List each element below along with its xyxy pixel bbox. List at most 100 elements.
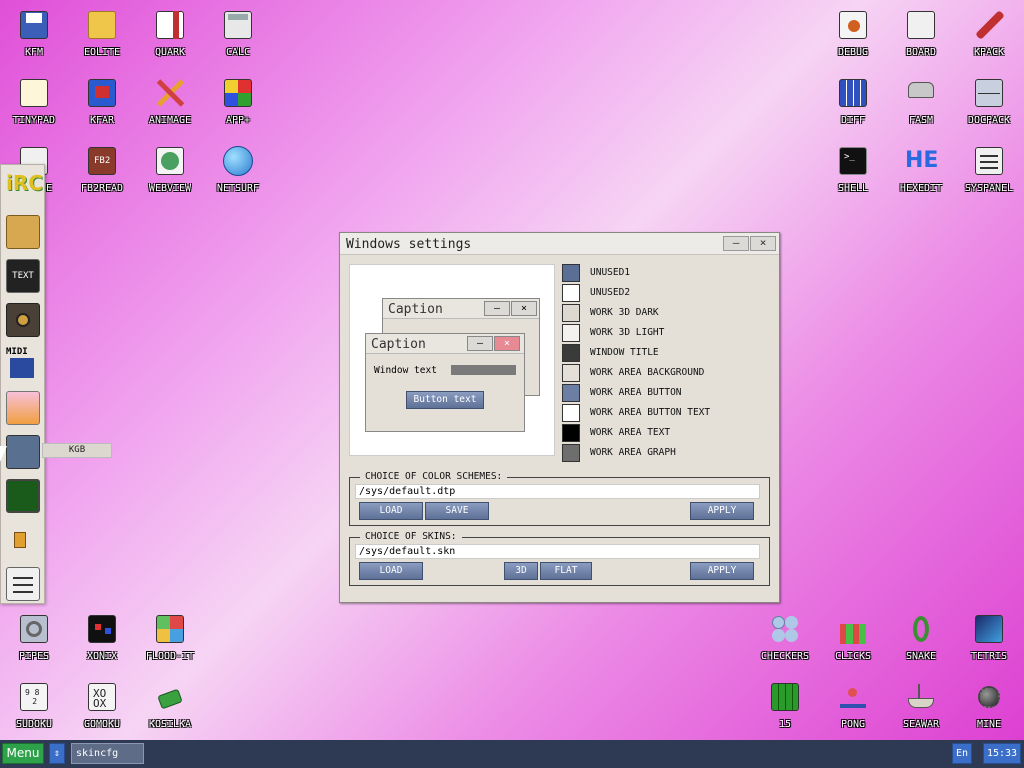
color-row-unused2[interactable]: UNUSED2 (562, 284, 772, 302)
midi-play-icon[interactable]: MIDI (6, 347, 40, 381)
close-button[interactable]: × (750, 236, 776, 251)
desktop-icon-15[interactable]: 15 (751, 680, 819, 730)
floppy-icon (17, 8, 51, 42)
desktop-icon-calc[interactable]: CALC (204, 8, 272, 58)
desktop-icon-debug[interactable]: DEBUG (819, 8, 887, 58)
switch-arrows-icon[interactable]: ⇕ (49, 743, 65, 764)
preview-button: Button text (406, 391, 484, 409)
scheme-save-button[interactable]: SAVE (425, 502, 489, 520)
color-swatch[interactable] (562, 384, 580, 402)
color-swatch[interactable] (562, 344, 580, 362)
desktop-icon-docpack[interactable]: DOCPACK (955, 76, 1023, 126)
desktop-icon-xonix[interactable]: XONIX (68, 612, 136, 662)
preview-back-close: × (511, 301, 537, 316)
snake-icon (904, 612, 938, 646)
color-row-work-area-background[interactable]: WORK AREA BACKGROUND (562, 364, 772, 382)
skin-load-button[interactable]: LOAD (359, 562, 423, 580)
taskbar-item-skincfg[interactable]: skincfg (71, 743, 144, 764)
clock[interactable]: 15:33 (983, 743, 1021, 764)
cpu-chip-icon[interactable] (6, 479, 40, 513)
desktop-icon-board[interactable]: BOARD (887, 8, 955, 58)
desktop-icon-kpack[interactable]: KPACK (955, 8, 1023, 58)
color-row-unused1[interactable]: UNUSED1 (562, 264, 772, 282)
color-row-work-3d-light[interactable]: WORK 3D LIGHT (562, 324, 772, 342)
desktop-icon-clicks[interactable]: CLICKS (819, 612, 887, 662)
desktop-icon-webview[interactable]: WEBVIEW (136, 144, 204, 194)
preview-front-window: Caption – × Window text Button text (365, 333, 525, 432)
preview-window-text: Window text (374, 365, 437, 376)
color-row-work-3d-dark[interactable]: WORK 3D DARK (562, 304, 772, 322)
desktop-icon-tetris[interactable]: TETRIS (955, 612, 1023, 662)
color-swatch[interactable] (562, 304, 580, 322)
desktop-icon-kfm[interactable]: KFM (0, 8, 68, 58)
desktop-icon-diff[interactable]: DIFF (819, 76, 887, 126)
language-indicator[interactable]: En (952, 743, 972, 764)
color-row-work-area-text[interactable]: WORK AREA TEXT (562, 424, 772, 442)
color-scheme-path-input[interactable]: /sys/default.dtp (355, 484, 760, 499)
color-row-window-title[interactable]: WINDOW TITLE (562, 344, 772, 362)
color-row-work-area-button[interactable]: WORK AREA BUTTON (562, 384, 772, 402)
window-titlebar[interactable]: Windows settings – × (340, 233, 779, 255)
skin-path-input[interactable]: /sys/default.skn (355, 544, 760, 559)
desktop-icon-app-plus[interactable]: APP+ (204, 76, 272, 126)
board-icon (904, 8, 938, 42)
scheme-apply-button[interactable]: APPLY (690, 502, 754, 520)
image-viewer-icon[interactable] (6, 391, 40, 425)
color-swatch[interactable] (562, 264, 580, 282)
desktop-icon-netsurf[interactable]: NETSURF (204, 144, 272, 194)
volume-icon[interactable] (6, 523, 40, 557)
color-row-work-area-button-text[interactable]: WORK AREA BUTTON TEXT (562, 404, 772, 422)
speaker-icon[interactable] (6, 303, 40, 337)
settings-sliders-icon[interactable] (6, 567, 40, 601)
desktop-icon-seawar[interactable]: SEAWAR (887, 680, 955, 730)
windows-settings-window: Windows settings – × Caption – × Caption… (339, 232, 780, 603)
color-swatch[interactable] (562, 324, 580, 342)
desktop-icon-syspanel[interactable]: SYSPANEL (955, 144, 1023, 194)
fifteen-grid-icon (768, 680, 802, 714)
color-row-work-area-graph[interactable]: WORK AREA GRAPH (562, 444, 772, 462)
irc-icon[interactable]: iRC (6, 171, 43, 205)
desktop-icon-flood-it[interactable]: FLOOD-IT (136, 612, 204, 662)
desktop-icon-tinypad[interactable]: TINYPAD (0, 76, 68, 126)
tetris-icon (972, 612, 1006, 646)
side-dock: iRC TEXT MIDI (0, 164, 45, 604)
desktop-icon-shell[interactable]: >_ SHELL (819, 144, 887, 194)
desktop-icon-animage[interactable]: ANIMAGE (136, 76, 204, 126)
color-swatch[interactable] (562, 424, 580, 442)
pencil-ruler-icon (153, 76, 187, 110)
desktop-icon-kfar[interactable]: KFAR (68, 76, 136, 126)
minimize-button[interactable]: – (723, 236, 749, 251)
desktop-icon-snake[interactable]: SNAKE (887, 612, 955, 662)
color-swatch[interactable] (562, 404, 580, 422)
color-swatch[interactable] (562, 284, 580, 302)
menu-button[interactable]: Menu (2, 743, 44, 764)
desktop-icon-sudoku[interactable]: 9 8 2 SUDOKU (0, 680, 68, 730)
desktop-icon-hexedit[interactable]: HE HEXEDIT (887, 144, 955, 194)
notepad-icon (17, 76, 51, 110)
color-swatch[interactable] (562, 364, 580, 382)
skin-apply-button[interactable]: APPLY (690, 562, 754, 580)
kgb-icon[interactable] (6, 435, 40, 469)
book-icon (153, 8, 187, 42)
desktop-icon-gomoku[interactable]: XO OX GOMOKU (68, 680, 136, 730)
window-title: Windows settings (346, 237, 472, 252)
desktop-icon-checkers[interactable]: CHECKERS (751, 612, 819, 662)
taskbar: Menu ⇕ skincfg En 15:33 (0, 740, 1024, 768)
desktop-icon-mine[interactable]: MINE (955, 680, 1023, 730)
desktop-icon-quark[interactable]: QUARK (136, 8, 204, 58)
skin-flat-button[interactable]: FLAT (540, 562, 592, 580)
desktop-icon-fb2read[interactable]: FB2 FB2READ (68, 144, 136, 194)
package-icon[interactable] (6, 215, 40, 249)
sudoku-icon: 9 8 2 (17, 680, 51, 714)
text-icon[interactable]: TEXT (6, 259, 40, 293)
desktop-icon-fasm[interactable]: FASM (887, 76, 955, 126)
desktop-icon-kosilka[interactable]: KOSILKA (136, 680, 204, 730)
desktop-icon-pipes[interactable]: PIPES (0, 612, 68, 662)
desktop-icon-eolite[interactable]: EOLITE (68, 8, 136, 58)
preview-back-caption: Caption (388, 302, 443, 317)
preview-front-caption: Caption (371, 337, 426, 352)
scheme-load-button[interactable]: LOAD (359, 502, 423, 520)
desktop-icon-pong[interactable]: PONG (819, 680, 887, 730)
skin-3d-button[interactable]: 3D (504, 562, 538, 580)
color-swatch[interactable] (562, 444, 580, 462)
